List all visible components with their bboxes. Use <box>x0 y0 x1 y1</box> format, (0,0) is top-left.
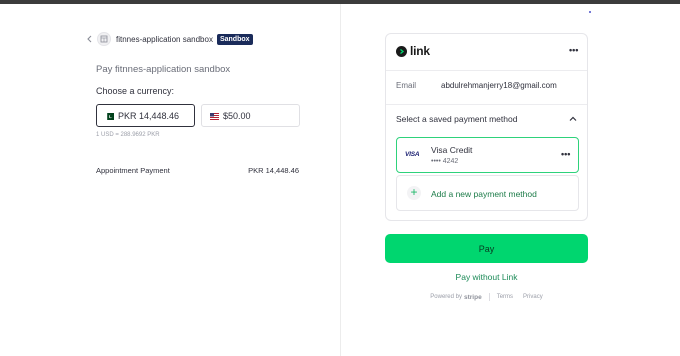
terms-link[interactable]: Terms <box>497 294 513 300</box>
footer-divider <box>488 293 490 301</box>
panel-divider <box>340 4 341 356</box>
currency-label: Choose a currency: <box>96 86 175 96</box>
store-icon <box>97 32 111 46</box>
card-name: Visa Credit <box>431 145 473 155</box>
link-logo: link <box>396 44 430 58</box>
currency-option-label: PKR 14,448.46 <box>118 110 180 121</box>
pay-title: Pay fitnnes-application sandbox <box>96 64 231 75</box>
line-item-name: Appointment Payment <box>96 166 170 175</box>
divider <box>386 104 587 105</box>
card-number: •••• 4242 <box>431 158 459 165</box>
divider <box>386 70 587 71</box>
plus-icon: + <box>407 186 421 200</box>
footer: Powered by stripe Terms Privacy <box>385 293 588 301</box>
currency-option-label: $50.00 <box>223 110 251 121</box>
sandbox-badge: Sandbox <box>216 33 253 45</box>
line-item: Appointment Payment PKR 14,448.46 <box>96 166 299 175</box>
merchant-header: fitnnes-application sandbox Sandbox <box>83 31 253 47</box>
link-arrow-icon <box>396 45 407 57</box>
visa-icon: VISA <box>405 151 420 158</box>
link-card: link ••• Email abdulrehmanjerry18@gmail.… <box>385 33 588 221</box>
us-flag-icon <box>210 112 219 120</box>
more-options-icon[interactable]: ••• <box>569 46 578 55</box>
email-label: Email <box>396 81 417 90</box>
email-value: abdulrehmanjerry18@gmail.com <box>441 81 557 90</box>
saved-methods-label: Select a saved payment method <box>396 114 518 124</box>
exchange-rate-note: 1 USD = 288.9692 PKR <box>96 132 160 138</box>
add-payment-method-button[interactable]: + Add a new payment method <box>396 175 579 211</box>
currency-option-pkr[interactable]: PKR 14,448.46 <box>96 104 195 127</box>
indicator-dot <box>589 11 591 13</box>
privacy-link[interactable]: Privacy <box>523 294 543 300</box>
link-brand: link <box>410 44 430 58</box>
merchant-name: fitnnes-application sandbox <box>116 34 213 44</box>
card-more-icon[interactable]: ••• <box>561 150 570 159</box>
back-arrow-icon[interactable] <box>83 33 95 45</box>
powered-by-label: Powered by <box>430 294 462 300</box>
stripe-logo[interactable]: stripe <box>464 294 482 301</box>
pay-without-link-button[interactable]: Pay without Link <box>385 272 588 282</box>
currency-option-usd[interactable]: $50.00 <box>201 104 300 127</box>
line-item-amount: PKR 14,448.46 <box>248 166 299 175</box>
pakistan-flag-icon <box>105 112 114 120</box>
add-payment-label: Add a new payment method <box>431 189 537 199</box>
chevron-up-icon[interactable] <box>567 112 579 124</box>
saved-card-option[interactable]: VISA Visa Credit •••• 4242 ••• <box>396 137 579 173</box>
pay-button[interactable]: Pay <box>385 234 588 263</box>
